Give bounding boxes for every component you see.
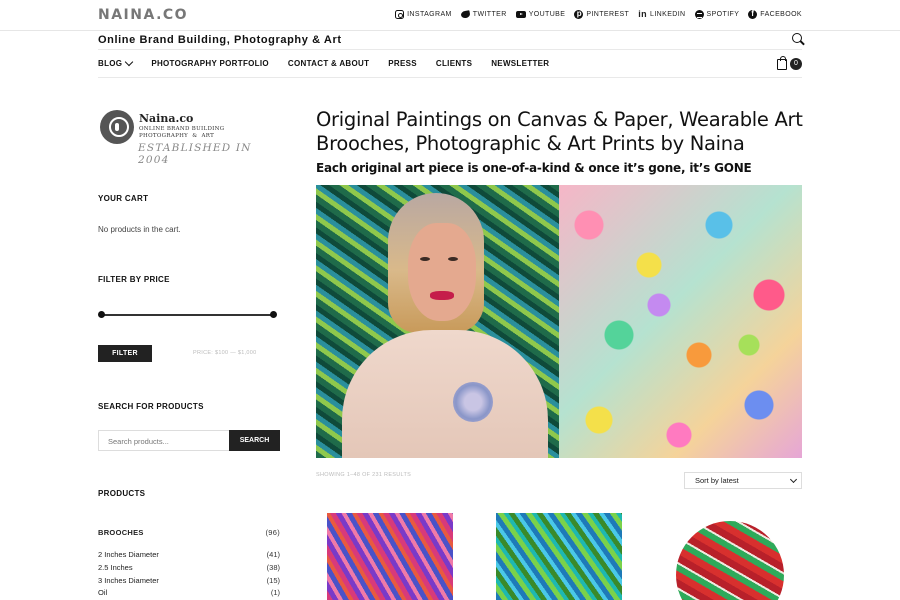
results-count: SHOWING 1–48 OF 231 RESULTS <box>316 472 412 478</box>
cart-heading: YOUR CART <box>98 194 149 203</box>
category-item-brooches[interactable]: BROOCHES (96) <box>98 528 280 537</box>
logo-subtitle: ONLINE BRAND BUILDING PHOTOGRAPHY & ART <box>139 126 239 140</box>
sort-select[interactable]: Sort by latest <box>684 472 802 489</box>
chevron-down-icon <box>125 57 134 67</box>
category-item[interactable]: 2.5 Inches (38) <box>98 563 280 572</box>
portrait-face <box>408 223 476 321</box>
portrait-lips <box>430 291 454 300</box>
social-label: INSTAGRAM <box>407 11 452 18</box>
search-heading: SEARCH FOR PRODUCTS <box>98 402 204 411</box>
category-name: 2 Inches Diameter <box>98 550 159 559</box>
portrait-eye <box>420 257 430 261</box>
facebook-icon <box>748 9 758 19</box>
nav-item-contact-about[interactable]: CONTACT & ABOUT <box>288 59 369 68</box>
social-link-spotify[interactable]: SPOTIFY <box>694 10 740 19</box>
nav-item-press[interactable]: PRESS <box>388 59 417 68</box>
nav-label: BLOG <box>98 59 123 68</box>
social-label: LINKEDIN <box>650 11 686 18</box>
logo-mark-icon <box>100 110 134 144</box>
social-links: INSTAGRAM TWITTER YOUTUBE PINTEREST inLI… <box>395 9 802 19</box>
filter-button[interactable]: FILTER <box>98 345 152 362</box>
top-bar: NAINA.CO INSTAGRAM TWITTER YOUTUBE PINTE… <box>0 0 900 31</box>
category-name: 3 Inches Diameter <box>98 576 159 585</box>
nav-item-clients[interactable]: CLIENTS <box>436 59 472 68</box>
category-item[interactable]: Oil (1) <box>98 588 280 597</box>
category-count: (15) <box>266 576 280 585</box>
logo-established: ESTABLISHED IN 2004 <box>138 142 252 166</box>
sort-select-value: Sort by latest <box>695 476 739 485</box>
product-thumbnail[interactable] <box>327 513 453 600</box>
logo-name: Naina.co <box>139 112 194 125</box>
nav-item-newsletter[interactable]: NEWSLETTER <box>491 59 549 68</box>
youtube-icon <box>515 11 526 18</box>
product-thumbnail[interactable] <box>676 521 784 600</box>
logo-subtitle-line: ONLINE BRAND BUILDING <box>139 126 225 132</box>
spotify-icon <box>694 10 704 19</box>
product-search-input[interactable]: Search products... <box>98 430 230 451</box>
cart-count-badge: 0 <box>790 58 802 70</box>
category-item[interactable]: 2 Inches Diameter (41) <box>98 550 280 559</box>
site-brand[interactable]: NAINA.CO <box>98 7 188 23</box>
hero-portrait-panel <box>316 185 559 458</box>
search-button[interactable]: SEARCH <box>229 430 280 451</box>
site-tagline: Online Brand Building, Photography & Art <box>98 34 342 46</box>
chevron-down-icon <box>789 475 798 484</box>
portrait-body <box>342 330 548 458</box>
cart-empty-text: No products in the cart. <box>98 225 181 234</box>
cart-button[interactable]: 0 <box>777 55 802 70</box>
social-label: SPOTIFY <box>706 11 740 18</box>
product-thumbnail[interactable] <box>496 513 622 600</box>
social-link-facebook[interactable]: FACEBOOK <box>748 9 802 19</box>
category-name: Oil <box>98 588 108 597</box>
shopping-bag-icon <box>777 55 787 70</box>
social-label: PINTEREST <box>586 11 630 18</box>
page-title: Original Paintings on Canvas & Paper, We… <box>316 108 803 155</box>
twitter-icon <box>460 10 471 19</box>
category-count: (38) <box>266 563 280 572</box>
social-link-pinterest[interactable]: PINTEREST <box>574 9 630 19</box>
hero-image <box>316 185 802 458</box>
price-slider-min-handle[interactable] <box>98 311 105 318</box>
category-name: 2.5 Inches <box>98 563 133 572</box>
nav-item-photography-portfolio[interactable]: PHOTOGRAPHY PORTFOLIO <box>151 59 269 68</box>
main-nav: BLOG PHOTOGRAPHY PORTFOLIO CONTACT & ABO… <box>98 50 802 78</box>
social-label: FACEBOOK <box>760 11 802 18</box>
category-count: (41) <box>266 550 280 559</box>
category-item[interactable]: 3 Inches Diameter (15) <box>98 576 280 585</box>
category-count: (96) <box>265 528 280 537</box>
social-label: YOUTUBE <box>528 11 566 18</box>
hero-painting-panel <box>559 185 802 458</box>
social-link-linkedin[interactable]: in LINKEDIN <box>638 10 685 19</box>
social-label: TWITTER <box>472 11 507 18</box>
tagline-bar: Online Brand Building, Photography & Art <box>98 31 802 50</box>
portrait-eye <box>448 257 458 261</box>
category-name: BROOCHES <box>98 528 144 537</box>
linkedin-icon: in <box>638 9 648 19</box>
social-link-twitter[interactable]: TWITTER <box>460 10 507 19</box>
price-range-text: PRICE: $100 — $1,000 <box>193 350 257 356</box>
products-heading: PRODUCTS <box>98 489 146 498</box>
price-slider[interactable] <box>98 311 277 318</box>
logo-subtitle-line: PHOTOGRAPHY & ART <box>139 133 215 139</box>
pinterest-icon <box>574 9 584 19</box>
logo[interactable]: Naina.co ONLINE BRAND BUILDING PHOTOGRAP… <box>98 110 283 166</box>
category-count: (1) <box>270 588 280 597</box>
price-slider-max-handle[interactable] <box>270 311 277 318</box>
page-subtitle: Each original art piece is one-of-a-kind… <box>316 161 752 175</box>
nav-item-blog[interactable]: BLOG <box>98 57 134 68</box>
social-link-youtube[interactable]: YOUTUBE <box>515 10 566 19</box>
social-link-instagram[interactable]: INSTAGRAM <box>395 10 452 19</box>
filter-heading: FILTER BY PRICE <box>98 275 170 284</box>
instagram-icon <box>395 10 405 19</box>
brooch-image <box>453 382 493 422</box>
search-icon[interactable] <box>792 33 802 43</box>
